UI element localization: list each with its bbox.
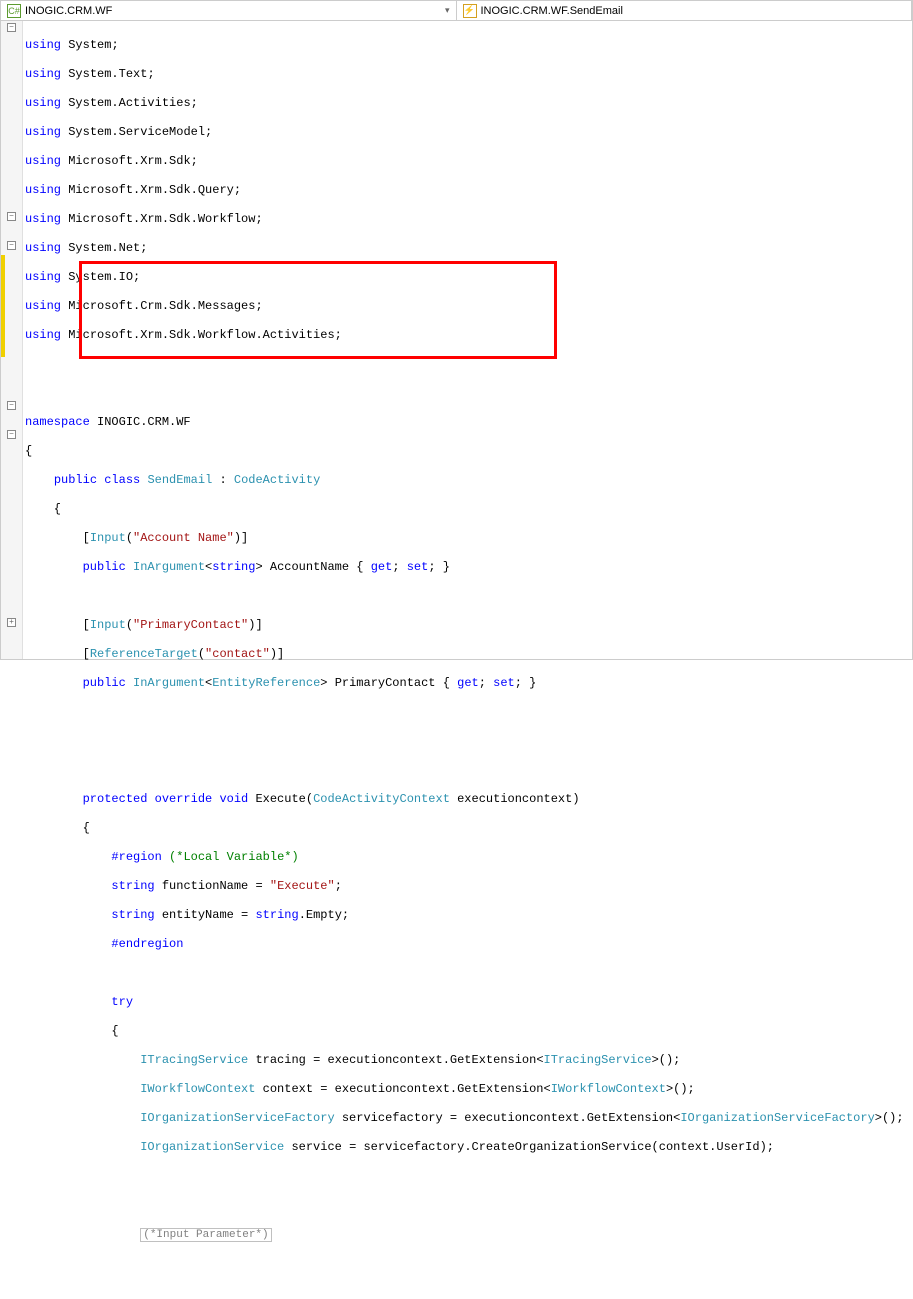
- fold-toggle[interactable]: +: [7, 618, 16, 627]
- breadcrumb-bar: C# INOGIC.CRM.WF ▾ ⚡ INOGIC.CRM.WF.SendE…: [1, 1, 912, 21]
- fold-toggle[interactable]: −: [7, 23, 16, 32]
- fold-toggle[interactable]: −: [7, 401, 16, 410]
- fold-toggle[interactable]: −: [7, 430, 16, 439]
- code-editor[interactable]: − − − − − + using System; using System.T…: [1, 21, 912, 659]
- chevron-down-icon: ▾: [445, 5, 450, 16]
- editor-gutter: − − − − − +: [1, 21, 23, 659]
- fold-toggle[interactable]: −: [7, 212, 16, 221]
- fold-toggle[interactable]: −: [7, 241, 16, 250]
- csharp-icon: C#: [7, 4, 21, 18]
- collapsed-region[interactable]: (*Input Parameter*): [140, 1228, 271, 1242]
- scope-left-text: INOGIC.CRM.WF: [25, 5, 112, 17]
- scope-dropdown-left[interactable]: C# INOGIC.CRM.WF ▾: [1, 1, 457, 20]
- scope-right-text: INOGIC.CRM.WF.SendEmail: [481, 5, 623, 17]
- code-area[interactable]: using System; using System.Text; using S…: [23, 21, 912, 659]
- change-indicator: [1, 255, 5, 357]
- scope-dropdown-right[interactable]: ⚡ INOGIC.CRM.WF.SendEmail: [457, 1, 913, 20]
- class-icon: ⚡: [463, 4, 477, 18]
